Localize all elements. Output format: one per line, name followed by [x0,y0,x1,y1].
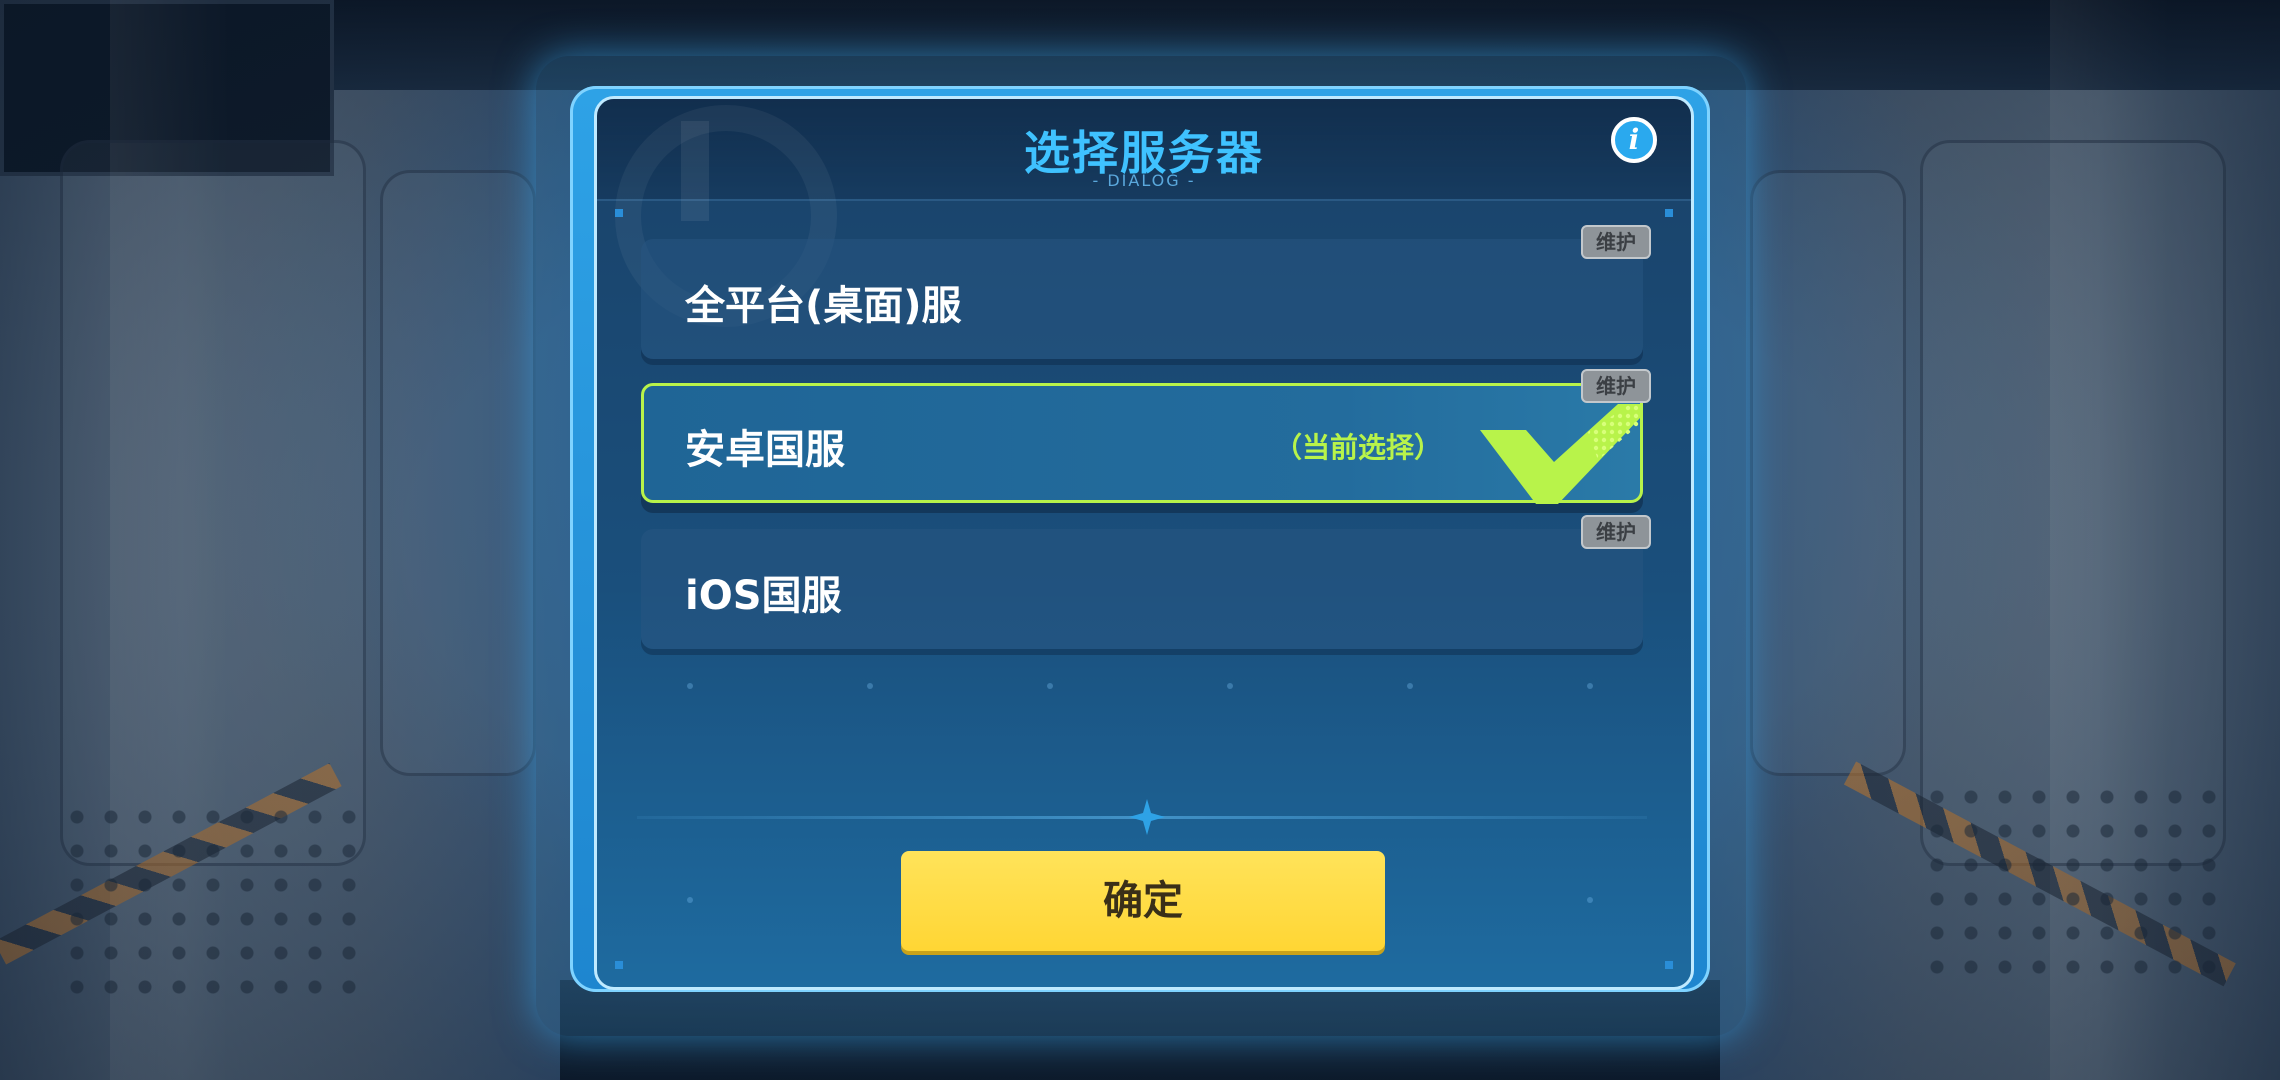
decorative-speck [1587,897,1593,903]
current-selection-label: （当前选择） [1274,431,1443,464]
decorative-speck [1407,683,1413,689]
confirm-button[interactable]: 确定 [901,851,1385,951]
decorative-speck [867,683,873,689]
corner-marker [1665,961,1673,969]
server-name: 全平台(桌面)服 [685,283,962,329]
server-name: iOS国服 [685,573,842,619]
star-divider-icon [1129,799,1165,835]
dialog-subtitle: - DIALOG - [1092,171,1196,190]
decorative-speck [687,897,693,903]
server-option-desktop[interactable]: 全平台(桌面)服 [641,239,1643,359]
info-icon[interactable]: i [1611,117,1657,163]
server-option-ios[interactable]: iOS国服 [641,529,1643,649]
decorative-speck [1047,683,1053,689]
server-select-dialog: 选择服务器 - DIALOG - i 全平台(桌面)服 维护 安卓国服 （当前选… [594,96,1694,990]
corner-marker [615,209,623,217]
decorative-speck [1227,683,1233,689]
maintenance-badge: 维护 [1581,515,1651,549]
decorative-speck [687,683,693,689]
dialog-title-bar: 选择服务器 - DIALOG - i [597,99,1691,327]
corner-marker [1665,209,1673,217]
decorative-speck [1587,683,1593,689]
check-mark-icon [1480,404,1640,504]
maintenance-badge: 维护 [1581,225,1651,259]
server-name: 安卓国服 [685,427,845,473]
maintenance-badge: 维护 [1581,369,1651,403]
server-option-android[interactable]: 安卓国服 （当前选择） [641,383,1643,504]
corner-marker [615,961,623,969]
